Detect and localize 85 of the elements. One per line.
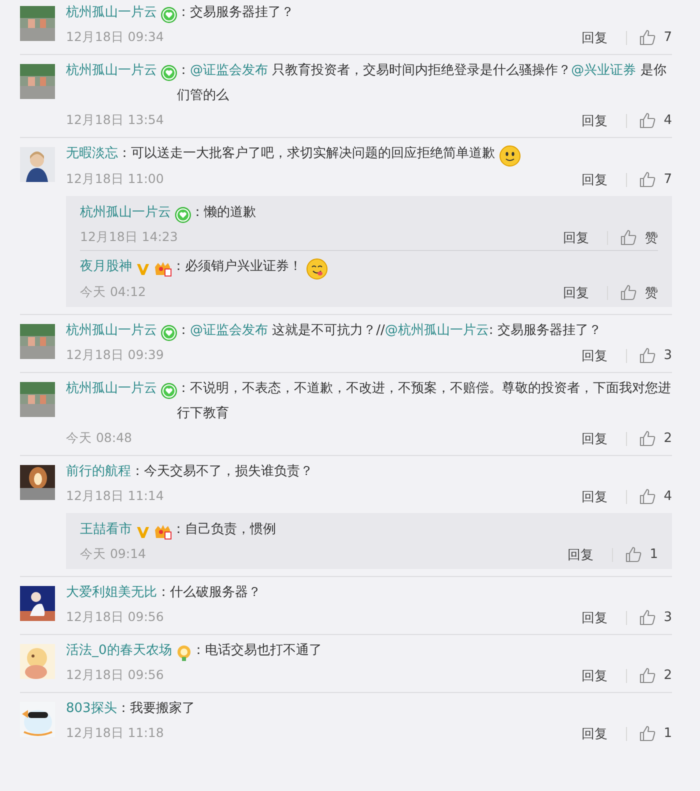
comment-text: ：电话交易也打不通了 [192,642,322,660]
like-button[interactable]: 3 [638,347,672,364]
like-button[interactable]: 赞 [620,228,658,246]
comment-text: ：我要搬家了 [116,700,195,718]
timestamp: 今天 09:14 [80,546,147,563]
yum-emoji-icon [306,258,328,280]
heart-badge-icon [161,324,177,340]
like-button[interactable]: 1 [624,546,658,563]
timestamp: 12月18日 13:54 [66,112,165,129]
like-button[interactable]: 7 [638,171,672,188]
reply-link[interactable]: 回复 [582,28,608,46]
reply-link[interactable]: 回复 [582,724,608,742]
timestamp: 12月18日 11:00 [66,171,165,188]
username-link[interactable]: 杭州孤山一片云 [66,318,157,343]
heart-badge-icon [161,382,177,398]
comment-text: ：今天交易不了，损失谁负责？ [131,463,313,481]
thumbs-up-icon [638,171,656,188]
thumbs-up-icon [638,347,656,364]
mention-link[interactable]: @证监会发布 [190,323,268,338]
comment-text: ：懒的道歉 [191,204,256,222]
crown-badge-icon [154,524,172,540]
like-button[interactable]: 赞 [620,284,658,302]
comment-text: ：自己负责，惯例 [172,521,276,539]
thumbs-up-icon [620,284,637,301]
comment-text: ：不说明，不表态，不道歉，不改进，不预案，不赔偿。尊敬的投资者，下面我对您进行下教育 [177,380,672,423]
reply-link[interactable]: 回复 [582,488,608,506]
thumbs-up-icon [638,430,656,447]
thumbs-up-icon [638,725,656,742]
comment-text: ：什么破服务器？ [157,584,261,602]
smiley-emoji-icon [499,145,521,167]
username-link[interactable]: 803探头 [66,696,117,721]
like-button[interactable]: 2 [638,667,672,684]
reply-link[interactable]: 回复 [582,170,608,188]
reply-link[interactable]: 回复 [582,608,608,626]
reply-link[interactable]: 回复 [563,228,589,246]
thumbs-up-icon [638,29,656,46]
username-link[interactable]: 大爱利姐美无比 [66,580,157,605]
username-link[interactable]: 无暇淡忘 [66,141,118,166]
v-badge-icon [136,524,150,538]
reply-link[interactable]: 回复 [563,284,589,302]
reply-link[interactable]: 回复 [582,112,608,130]
heart-badge-icon [175,206,191,222]
thumbs-up-icon [624,546,642,563]
reply-link[interactable]: 回复 [582,666,608,684]
thumbs-up-icon [638,112,656,129]
username-link[interactable]: 前行的航程 [66,459,131,484]
comment-text: ：@证监会发布 只教育投资者，交易时间内拒绝登录是什么骚操作？@兴业证券 是你们管的么 [177,62,668,105]
timestamp: 今天 08:48 [66,430,133,447]
username-link[interactable]: 杭州孤山一片云 [66,376,157,401]
like-button[interactable]: 3 [638,609,672,626]
heart-badge-icon [161,6,177,22]
mention-link[interactable]: @杭州孤山一片云 [384,323,489,338]
timestamp: 12月18日 09:56 [66,609,165,626]
thumbs-up-icon [638,488,656,505]
sunflower-badge-icon [176,644,192,660]
v-badge-icon [136,262,150,276]
crown-badge-icon [154,260,172,276]
like-button[interactable]: 4 [638,112,672,129]
username-link[interactable]: 活法_0的春天农场 [66,638,172,663]
thumbs-up-icon [638,667,656,684]
mention-link[interactable]: @证监会发布 [190,63,268,78]
timestamp: 12月18日 09:56 [66,667,165,684]
thumbs-up-icon [638,609,656,626]
comment-text: ：必须销户兴业证券！ [172,258,302,276]
comment-text: ：@证监会发布 这就是不可抗力？//@杭州孤山一片云: 交易服务器挂了？ [177,322,602,340]
reply-link[interactable]: 回复 [582,346,608,364]
thumbs-up-icon [620,229,637,246]
timestamp: 12月18日 09:39 [66,347,165,364]
timestamp: 12月18日 11:14 [66,488,165,505]
like-button[interactable]: 2 [638,430,672,447]
like-button[interactable]: 1 [638,725,672,742]
heart-badge-icon [161,64,177,80]
username-link[interactable]: 杭州孤山一片云 [66,58,157,83]
reply-link[interactable]: 回复 [568,546,594,564]
like-button[interactable]: 7 [638,29,672,46]
timestamp: 12月18日 09:34 [66,29,165,46]
comment-text: ：可以送走一大批客户了吧，求切实解决问题的回应拒绝简单道歉 [118,145,495,163]
like-button[interactable]: 4 [638,488,672,505]
timestamp: 今天 04:12 [80,284,147,301]
mention-link[interactable]: @兴业证券 [571,63,636,78]
reply-link[interactable]: 回复 [582,430,608,448]
username-link[interactable]: 杭州孤山一片云 [66,0,157,25]
timestamp: 12月18日 11:18 [66,725,165,742]
timestamp: 12月18日 14:23 [80,229,179,246]
comment-text: ：交易服务器挂了？ [177,4,294,22]
